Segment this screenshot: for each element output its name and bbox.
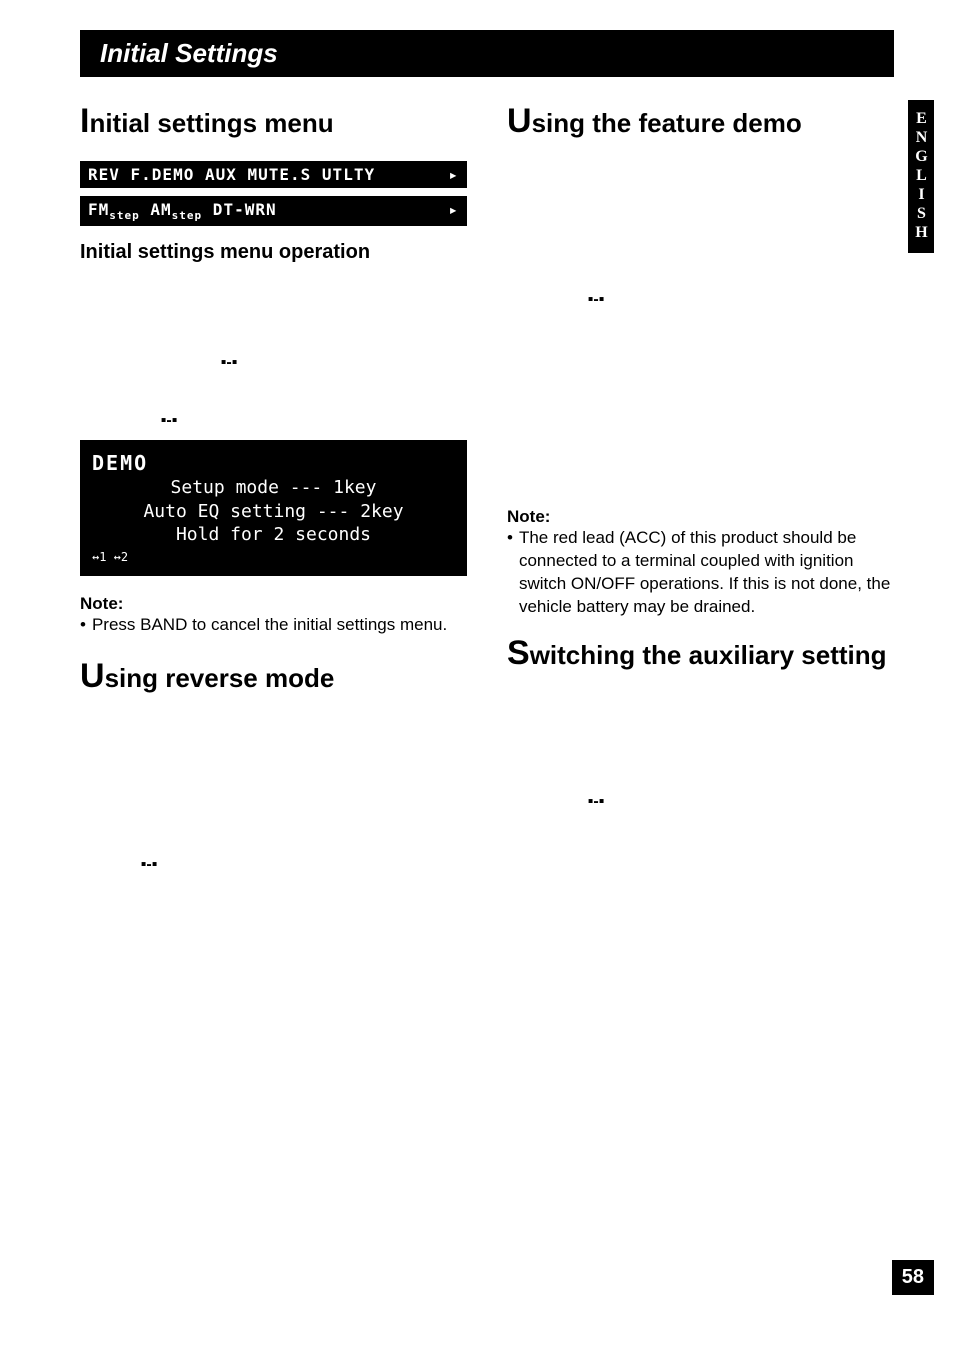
left-column: Initial settings menu REV F.DEMO AUX MUT… (80, 102, 467, 874)
note-body: • Press BAND to cancel the initial setti… (80, 614, 467, 637)
heading-operation: Initial settings menu operation (80, 241, 467, 264)
heading-cap: U (80, 657, 105, 695)
bullet-icon: • (80, 614, 86, 637)
arrow-marker-icon: ▪-▪ (587, 793, 605, 811)
language-tab: ENGLISH (908, 100, 934, 253)
heading-rest: nitial settings menu (89, 108, 333, 138)
lcd-line-3: Hold for 2 seconds (92, 523, 455, 546)
lcd-label: DEMO (92, 450, 455, 476)
heading-aux-setting: Switching the auxiliary setting (507, 634, 894, 673)
heading-cap: U (507, 102, 532, 140)
note-label: Note: (80, 594, 467, 614)
arrow-right-icon: ▸ (448, 200, 459, 219)
display-strip-2: FMstep AMstep DT-WRN ▸ (80, 196, 467, 226)
heading-cap: S (507, 634, 530, 672)
d2e: DT-WRN (202, 200, 276, 219)
heading-feature-demo: Using the feature demo (507, 102, 894, 141)
page-number: 58 (892, 1260, 934, 1295)
right-column: Using the feature demo ▪-▪ Note: • The r… (507, 102, 894, 874)
display-text-1: REV F.DEMO AUX MUTE.S UTLTY (88, 165, 375, 184)
note-label: Note: (507, 507, 894, 527)
heading-rest: sing reverse mode (105, 663, 335, 693)
lcd-demo-block: DEMO Setup mode --- 1key Auto EQ setting… (80, 440, 467, 576)
heading-reverse-mode: Using reverse mode (80, 657, 467, 696)
lcd-bottom: ↔1 ↔2 (92, 550, 455, 566)
d2c: AM (140, 200, 172, 219)
heading-initial-settings-menu: Initial settings menu (80, 102, 467, 141)
lcd-line-2: Auto EQ setting --- 2key (92, 500, 455, 523)
d2a: FM (88, 200, 109, 219)
arrow-marker-icon: ▪-▪ (140, 856, 158, 874)
lcd-line-1: Setup mode --- 1key (92, 476, 455, 499)
section-banner: Initial Settings (80, 30, 894, 77)
heading-rest: sing the feature demo (532, 108, 802, 138)
note-text: Press BAND to cancel the initial setting… (92, 614, 447, 637)
arrow-marker-icon: ▪-▪ (587, 291, 605, 309)
note-text: The red lead (ACC) of this product shoul… (519, 527, 894, 619)
display-strip-1: REV F.DEMO AUX MUTE.S UTLTY ▸ (80, 161, 467, 188)
d2b: step (109, 209, 140, 222)
heading-rest: witching the auxiliary setting (530, 640, 887, 670)
note-body: • The red lead (ACC) of this product sho… (507, 527, 894, 619)
arrow-right-icon: ▸ (448, 165, 459, 184)
arrow-marker-icon: ▪-▪ (160, 412, 178, 430)
bullet-icon: • (507, 527, 513, 619)
d2d: step (172, 209, 203, 222)
arrow-marker-icon: ▪-▪ (220, 354, 238, 372)
